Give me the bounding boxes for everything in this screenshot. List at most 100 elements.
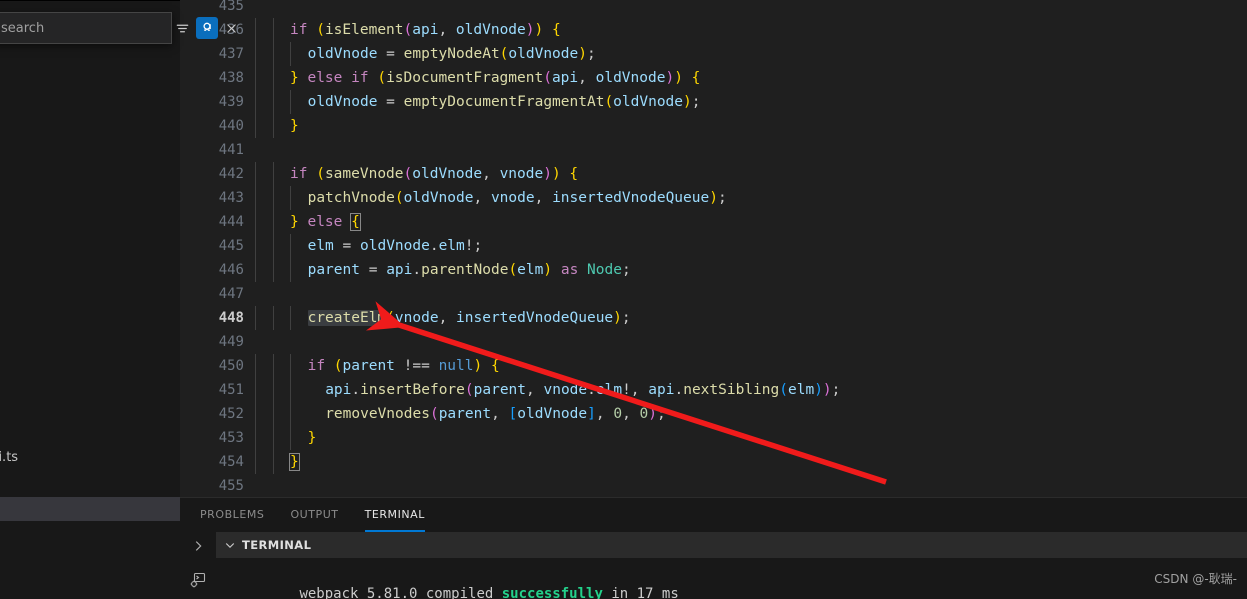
code-text: if (isElement(api, oldVnode)) { (290, 22, 561, 38)
line-number: 440 (218, 118, 244, 134)
search-widget[interactable] (0, 12, 236, 44)
line-number: 439 (218, 94, 244, 110)
terminal-title: TERMINAL (242, 538, 312, 552)
code-line[interactable]: 451 api.insertBefore(parent, vnode.elm!, … (180, 378, 1247, 402)
bottom-panel: PROBLEMS OUTPUT TERMINAL TERMINAL webpac… (180, 497, 1247, 599)
line-number: 438 (218, 70, 244, 86)
code-line[interactable]: 454} (180, 450, 1247, 474)
line-number: 450 (218, 358, 244, 374)
line-number: 448 (218, 310, 244, 326)
code-text: } (289, 453, 300, 471)
terminal-side-strip (180, 532, 216, 599)
filter-icon[interactable] (171, 17, 193, 39)
code-line[interactable]: 447 (180, 282, 1247, 306)
indent-guide (272, 42, 274, 66)
code-line[interactable]: 436 if (isElement(api, oldVnode)) { (180, 18, 1247, 42)
indent-guide (255, 90, 256, 114)
line-number: 454 (218, 454, 244, 470)
line-number: 455 (218, 478, 244, 494)
sidebar-selected-row[interactable] (0, 497, 180, 521)
chevron-down-icon[interactable] (224, 539, 236, 551)
match-whole-word-icon[interactable] (196, 17, 218, 39)
code-line[interactable]: 455 (180, 474, 1247, 497)
code-line[interactable]: 450 if (parent !== null) { (180, 354, 1247, 378)
terminal-header[interactable]: TERMINAL (216, 532, 1247, 558)
code-line[interactable]: 448 createElm(vnode, insertedVnodeQueue); (180, 306, 1247, 330)
line-number: 443 (218, 190, 244, 206)
code-editor[interactable]: 435 436 if (isElement(api, oldVnode)) {437… (180, 0, 1247, 497)
code-lines[interactable]: 435 436 if (isElement(api, oldVnode)) {437… (180, 0, 1247, 497)
code-text: oldVnode = emptyNodeAt(oldVnode); (307, 46, 596, 62)
indent-guide (290, 426, 292, 450)
panel-tab-bar[interactable]: PROBLEMS OUTPUT TERMINAL (180, 497, 1247, 532)
terminal-settings-icon[interactable] (186, 568, 210, 592)
terminal-text-prefix: webpack 5.81.0 compiled (299, 586, 502, 599)
code-line[interactable]: 441 (180, 138, 1247, 162)
code-line[interactable]: 453} (180, 426, 1247, 450)
code-line[interactable]: 445 elm = oldVnode.elm!; (180, 234, 1247, 258)
indent-guide (272, 426, 274, 450)
line-number: 444 (218, 214, 244, 230)
code-line[interactable]: 452 removeVnodes(parent, [oldVnode], 0, 0… (180, 402, 1247, 426)
sidebar-list-item[interactable]: lomapi.ts (0, 447, 18, 469)
code-line[interactable]: 443 patchVnode(oldVnode, vnode, insertedV… (180, 186, 1247, 210)
line-number: 437 (218, 46, 244, 62)
line-number: 441 (218, 142, 244, 158)
sidebar-explorer[interactable]: gnnelxitomelesrsless.tslomapi.ts.ts.ts (0, 0, 180, 599)
indent-guide (272, 450, 274, 474)
line-number: 453 (218, 430, 244, 446)
code-line[interactable]: 439 oldVnode = emptyDocumentFragmentAt(ol… (180, 90, 1247, 114)
indent-guide (255, 402, 256, 426)
code-line[interactable]: 442 if (sameVnode(oldVnode, vnode)) { (180, 162, 1247, 186)
code-text: patchVnode(oldVnode, vnode, insertedVnod… (307, 190, 727, 206)
close-icon[interactable] (221, 17, 241, 39)
indent-guide (290, 354, 292, 378)
indent-guide (272, 114, 274, 138)
sidebar-item-label: lomapi.ts (0, 450, 19, 465)
line-number: 452 (218, 406, 244, 422)
indent-guide (290, 306, 292, 330)
panel-tab-terminal[interactable]: TERMINAL (364, 497, 426, 532)
sidebar-scroll-shadow (0, 0, 180, 1)
panel-tab-output[interactable]: OUTPUT (290, 497, 338, 532)
line-number: 449 (218, 334, 244, 350)
indent-guide (255, 426, 256, 450)
code-text: } else if (isDocumentFragment(api, oldVn… (290, 70, 701, 86)
code-line[interactable]: 437 oldVnode = emptyNodeAt(oldVnode); (180, 42, 1247, 66)
indent-guide (255, 66, 256, 90)
line-number: 445 (218, 238, 244, 254)
indent-guide (290, 258, 292, 282)
indent-guide (255, 114, 256, 138)
indent-guide (255, 234, 256, 258)
indent-guide (272, 234, 274, 258)
indent-guide (290, 378, 292, 402)
code-line[interactable]: 440} (180, 114, 1247, 138)
line-number: 446 (218, 262, 244, 278)
vscode-window: 435 436 if (isElement(api, oldVnode)) {437… (0, 0, 1247, 599)
search-input[interactable] (1, 16, 171, 40)
indent-guide (272, 18, 274, 42)
line-number: 451 (218, 382, 244, 398)
terminal-status-success: successfully (501, 586, 603, 599)
line-number: 447 (218, 286, 244, 302)
indent-guide (272, 210, 274, 234)
code-line[interactable]: 446 parent = api.parentNode(elm) as Node; (180, 258, 1247, 282)
indent-guide (255, 306, 256, 330)
terminal-output[interactable]: webpack 5.81.0 compiled successfully in … (216, 558, 1247, 599)
code-line[interactable]: 449 (180, 330, 1247, 354)
chevron-right-icon[interactable] (186, 534, 210, 558)
code-text: if (sameVnode(oldVnode, vnode)) { (290, 166, 579, 182)
indent-guide (255, 186, 256, 210)
indent-guide (255, 42, 256, 66)
terminal-text-suffix: in 17 ms (602, 586, 679, 599)
code-text: oldVnode = emptyDocumentFragmentAt(oldVn… (307, 94, 701, 110)
indent-guide (290, 234, 292, 258)
indent-guide (255, 18, 256, 42)
panel-tab-problems[interactable]: PROBLEMS (200, 497, 264, 532)
indent-guide (290, 90, 292, 114)
code-text: if (parent !== null) { (307, 358, 500, 374)
code-line[interactable]: 435 (180, 0, 1247, 18)
code-line[interactable]: 444} else { (180, 210, 1247, 234)
code-line[interactable]: 438 } else if (isDocumentFragment(api, ol… (180, 66, 1247, 90)
indent-guide (272, 306, 274, 330)
